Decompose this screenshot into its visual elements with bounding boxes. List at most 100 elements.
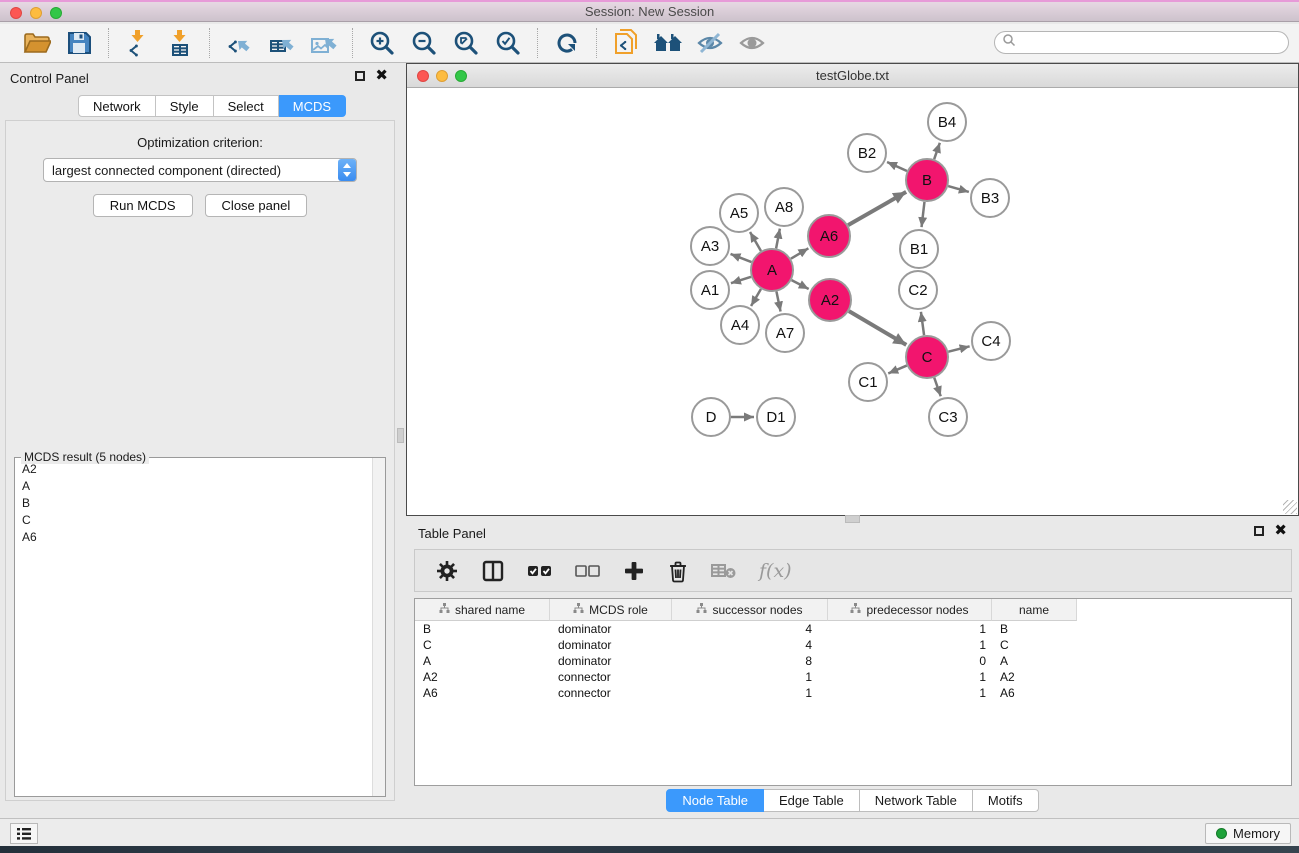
- tab-select[interactable]: Select: [214, 95, 279, 117]
- edge-A-A2[interactable]: [792, 280, 809, 289]
- minimize-window-button[interactable]: [30, 7, 42, 19]
- edge-C-C4[interactable]: [948, 346, 969, 351]
- table-cell[interactable]: A: [992, 653, 1077, 669]
- show-graphics-details-icon[interactable]: [736, 28, 768, 58]
- node-C4[interactable]: C4: [972, 322, 1010, 360]
- edge-A2-C[interactable]: [849, 311, 906, 345]
- float-panel-icon[interactable]: [355, 71, 365, 81]
- table-cell[interactable]: B: [415, 621, 550, 637]
- export-table-icon[interactable]: [265, 28, 297, 58]
- node-C1[interactable]: C1: [849, 363, 887, 401]
- column-header-MCDS-role[interactable]: MCDS role: [550, 599, 672, 621]
- table-cell[interactable]: dominator: [550, 653, 672, 669]
- edge-C-C1[interactable]: [888, 366, 906, 374]
- horizontal-splitter-handle[interactable]: [845, 515, 860, 523]
- criterion-select[interactable]: largest connected component (directed): [43, 158, 357, 182]
- node-A3[interactable]: A3: [691, 227, 729, 265]
- node-A5[interactable]: A5: [720, 194, 758, 232]
- save-session-icon[interactable]: [63, 28, 95, 58]
- table-row[interactable]: Adominator80A: [415, 653, 1291, 669]
- result-scrollbar[interactable]: [372, 458, 385, 796]
- node-A1[interactable]: A1: [691, 271, 729, 309]
- tab-network[interactable]: Network: [78, 95, 156, 117]
- node-A[interactable]: A: [751, 249, 793, 291]
- column-header-shared-name[interactable]: shared name: [415, 599, 550, 621]
- node-C3[interactable]: C3: [929, 398, 967, 436]
- edge-A-A1[interactable]: [731, 277, 751, 283]
- node-B3[interactable]: B3: [971, 179, 1009, 217]
- table-mode-gear-icon[interactable]: [435, 559, 459, 583]
- import-table-icon[interactable]: [164, 28, 196, 58]
- result-list-item[interactable]: A6: [16, 528, 372, 545]
- network-window-titlebar[interactable]: testGlobe.txt: [407, 64, 1298, 88]
- horizontal-splitter[interactable]: [406, 516, 1299, 523]
- network-minimize-button[interactable]: [436, 70, 448, 82]
- mcds-result-list[interactable]: A2ABCA6: [16, 460, 372, 795]
- result-list-item[interactable]: C: [16, 511, 372, 528]
- hide-graphics-details-icon[interactable]: [694, 28, 726, 58]
- edge-A-A7[interactable]: [776, 292, 780, 312]
- export-network-icon[interactable]: [223, 28, 255, 58]
- search-input[interactable]: [1016, 36, 1288, 50]
- edge-B-B3[interactable]: [948, 186, 969, 192]
- table-cell[interactable]: C: [415, 637, 550, 653]
- task-history-button[interactable]: [10, 823, 38, 844]
- tab-edge-table[interactable]: Edge Table: [764, 789, 860, 812]
- edge-A-A6[interactable]: [791, 248, 808, 258]
- tab-network-table[interactable]: Network Table: [860, 789, 973, 812]
- edge-C-C3[interactable]: [934, 378, 940, 396]
- table-row[interactable]: A6connector11A6: [415, 685, 1291, 701]
- node-table[interactable]: shared nameMCDS rolesuccessor nodesprede…: [414, 598, 1292, 786]
- edge-C-C2[interactable]: [921, 312, 924, 335]
- column-header-name[interactable]: name: [992, 599, 1077, 621]
- edge-B-B2[interactable]: [887, 162, 907, 171]
- network-document-icon[interactable]: [610, 28, 642, 58]
- node-A7[interactable]: A7: [766, 314, 804, 352]
- resize-grip-icon[interactable]: [1283, 500, 1297, 514]
- node-C2[interactable]: C2: [899, 271, 937, 309]
- column-header-successor-nodes[interactable]: successor nodes: [672, 599, 828, 621]
- table-cell[interactable]: 4: [672, 621, 828, 637]
- table-cell[interactable]: connector: [550, 685, 672, 701]
- node-A2[interactable]: A2: [809, 279, 851, 321]
- table-cell[interactable]: 4: [672, 637, 828, 653]
- table-row[interactable]: A2connector11A2: [415, 669, 1291, 685]
- node-C[interactable]: C: [906, 336, 948, 378]
- table-cell[interactable]: dominator: [550, 621, 672, 637]
- tab-motifs[interactable]: Motifs: [973, 789, 1039, 812]
- select-all-icon[interactable]: [527, 562, 553, 580]
- node-A8[interactable]: A8: [765, 188, 803, 226]
- edge-A-A8[interactable]: [776, 229, 780, 249]
- edge-A-A3[interactable]: [731, 254, 752, 262]
- table-cell[interactable]: A: [415, 653, 550, 669]
- run-mcds-button[interactable]: Run MCDS: [93, 194, 193, 217]
- table-cell[interactable]: 1: [828, 685, 992, 701]
- show-columns-icon[interactable]: [481, 559, 505, 583]
- zoom-selected-icon[interactable]: [492, 28, 524, 58]
- table-row[interactable]: Cdominator41C: [415, 637, 1291, 653]
- import-network-icon[interactable]: [122, 28, 154, 58]
- table-cell[interactable]: 0: [828, 653, 992, 669]
- table-cell[interactable]: A2: [992, 669, 1077, 685]
- node-D[interactable]: D: [692, 398, 730, 436]
- edge-A6-B[interactable]: [848, 192, 906, 225]
- table-float-panel-icon[interactable]: [1254, 526, 1264, 536]
- node-B[interactable]: B: [906, 159, 948, 201]
- node-A6[interactable]: A6: [808, 215, 850, 257]
- table-cell[interactable]: 1: [672, 685, 828, 701]
- deselect-all-icon[interactable]: [575, 562, 601, 580]
- table-cell[interactable]: A2: [415, 669, 550, 685]
- tab-mcds[interactable]: MCDS: [279, 95, 346, 117]
- open-session-icon[interactable]: [21, 28, 53, 58]
- search-field[interactable]: [994, 31, 1289, 54]
- network-canvas[interactable]: AA1A2A3A4A5A6A7A8BB1B2B3B4CC1C2C3C4DD1: [407, 88, 1298, 515]
- table-cell[interactable]: 1: [828, 637, 992, 653]
- edge-B-B1[interactable]: [922, 202, 925, 227]
- network-close-button[interactable]: [417, 70, 429, 82]
- result-list-item[interactable]: A2: [16, 460, 372, 477]
- close-window-button[interactable]: [10, 7, 22, 19]
- edge-A-A4[interactable]: [751, 289, 761, 306]
- table-cell[interactable]: 1: [828, 669, 992, 685]
- create-column-icon[interactable]: [623, 560, 645, 582]
- zoom-out-icon[interactable]: [408, 28, 440, 58]
